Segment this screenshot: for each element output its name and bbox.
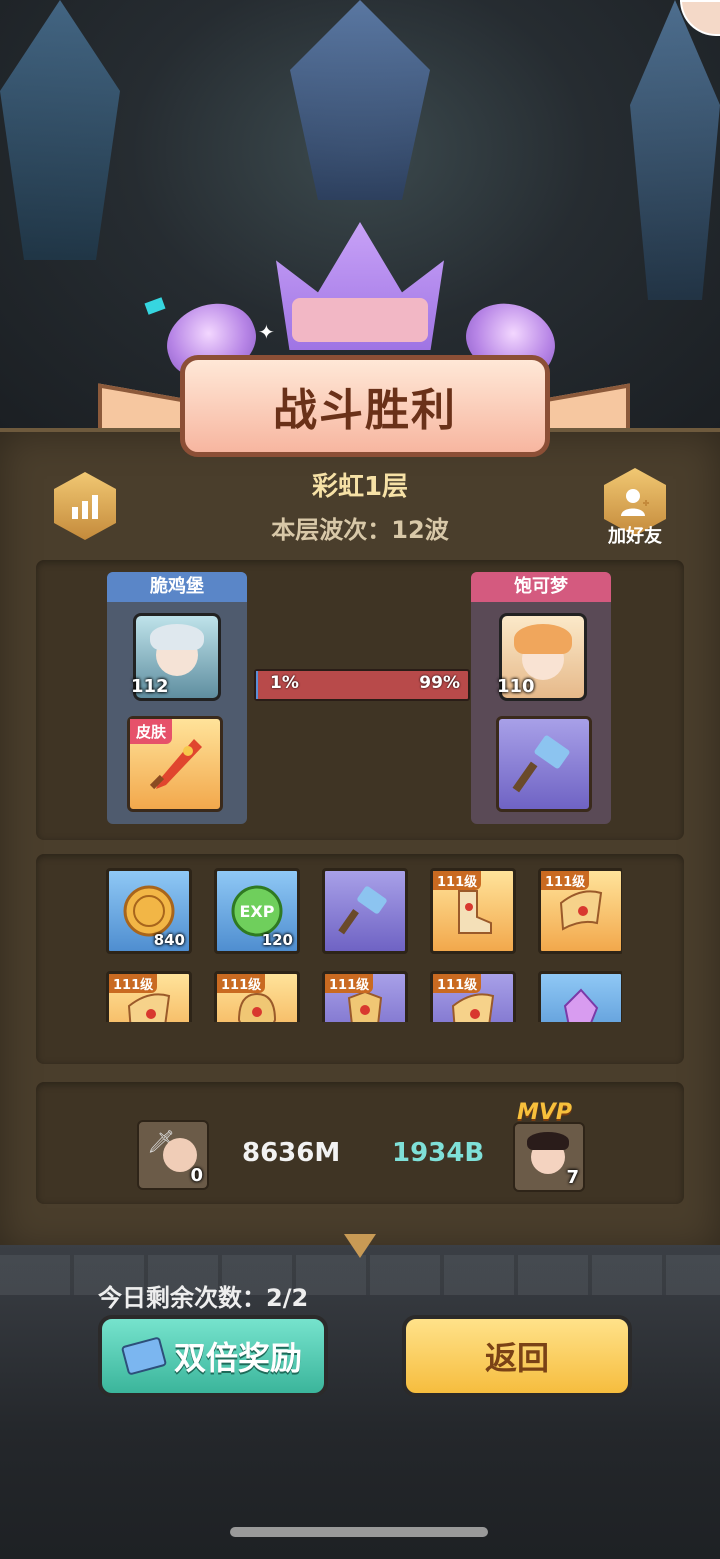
horn-icon: [551, 881, 611, 941]
left-hero-level: 112: [131, 676, 169, 697]
back-button[interactable]: 返回: [402, 1315, 632, 1397]
right-hero-level: 110: [497, 676, 535, 697]
reward-item-hammer[interactable]: [322, 868, 408, 954]
left-team-name: 脆鸡堡: [107, 572, 247, 602]
sword-icon: [149, 739, 202, 790]
reward-item-horn[interactable]: 111级: [538, 868, 622, 954]
level-badge: 111级: [109, 974, 158, 993]
level-badge: 111级: [541, 871, 590, 890]
level-badge: 111级: [217, 974, 266, 993]
reward-item-horn[interactable]: 111级: [430, 971, 516, 1022]
double-reward-label: 双倍奖励: [173, 1339, 302, 1377]
hammer-icon: [335, 881, 395, 941]
back-label: 返回: [484, 1339, 549, 1377]
level-badge: 111级: [433, 974, 482, 993]
reward-item-exp[interactable]: EXP 120: [214, 868, 300, 954]
waves-label: 本层波次：12波: [271, 516, 449, 544]
reward-item-crystal[interactable]: [538, 971, 622, 1022]
reward-item-armor[interactable]: 111级: [322, 971, 408, 1022]
left-damage-fill: [256, 671, 259, 699]
boots-icon: [443, 881, 503, 941]
reward-count: 840: [153, 931, 185, 949]
home-indicator[interactable]: [230, 1527, 488, 1537]
level-badge: 111级: [433, 871, 482, 890]
crystal-icon: [551, 984, 611, 1022]
right-weapon-item[interactable]: [496, 716, 592, 812]
reward-item-coin[interactable]: 840: [106, 868, 192, 954]
victory-banner: 战斗胜利: [180, 355, 550, 457]
svg-text:EXP: EXP: [240, 902, 275, 921]
sparkle-icon: ✦: [258, 320, 275, 344]
left-player-avatar[interactable]: 🗡 0: [137, 1120, 209, 1190]
mvp-player-count: 7: [566, 1167, 579, 1188]
level-badge: 111级: [325, 974, 374, 993]
ticket-icon: [120, 1336, 168, 1376]
left-percent: 1%: [270, 673, 299, 693]
double-reward-button[interactable]: 双倍奖励: [98, 1315, 328, 1397]
hero-hair: [514, 624, 572, 654]
left-damage-total: 8636M: [242, 1138, 341, 1168]
left-skin-item[interactable]: 皮肤: [127, 716, 223, 812]
rewards-grid: 840 EXP 120 111级 111级 111级 111级 111级 111级: [106, 868, 622, 1022]
mvp-player-avatar[interactable]: 7: [513, 1122, 585, 1192]
hero-hair: [150, 624, 204, 650]
victory-title: 战斗胜利: [273, 385, 457, 436]
stats-section: [36, 1082, 684, 1204]
crown-band: [292, 298, 428, 342]
reward-item-boots[interactable]: 111级: [430, 868, 516, 954]
right-team-name: 饱可梦: [471, 572, 611, 602]
floor-title: 彩虹1层: [311, 472, 409, 502]
reward-item-helmet[interactable]: 111级: [214, 971, 300, 1022]
remaining-attempts: 今日剩余次数：2/2: [98, 1284, 309, 1312]
left-player-count: 0: [190, 1165, 203, 1186]
player-hair: [527, 1132, 569, 1150]
damage-ratio-bar: 1% 99%: [254, 669, 470, 701]
reward-count: 120: [261, 931, 293, 949]
reward-item-horn[interactable]: 111级: [106, 971, 192, 1022]
hammer-icon: [512, 735, 570, 793]
right-damage-total: 1934B: [392, 1138, 485, 1168]
right-percent: 99%: [419, 673, 460, 693]
